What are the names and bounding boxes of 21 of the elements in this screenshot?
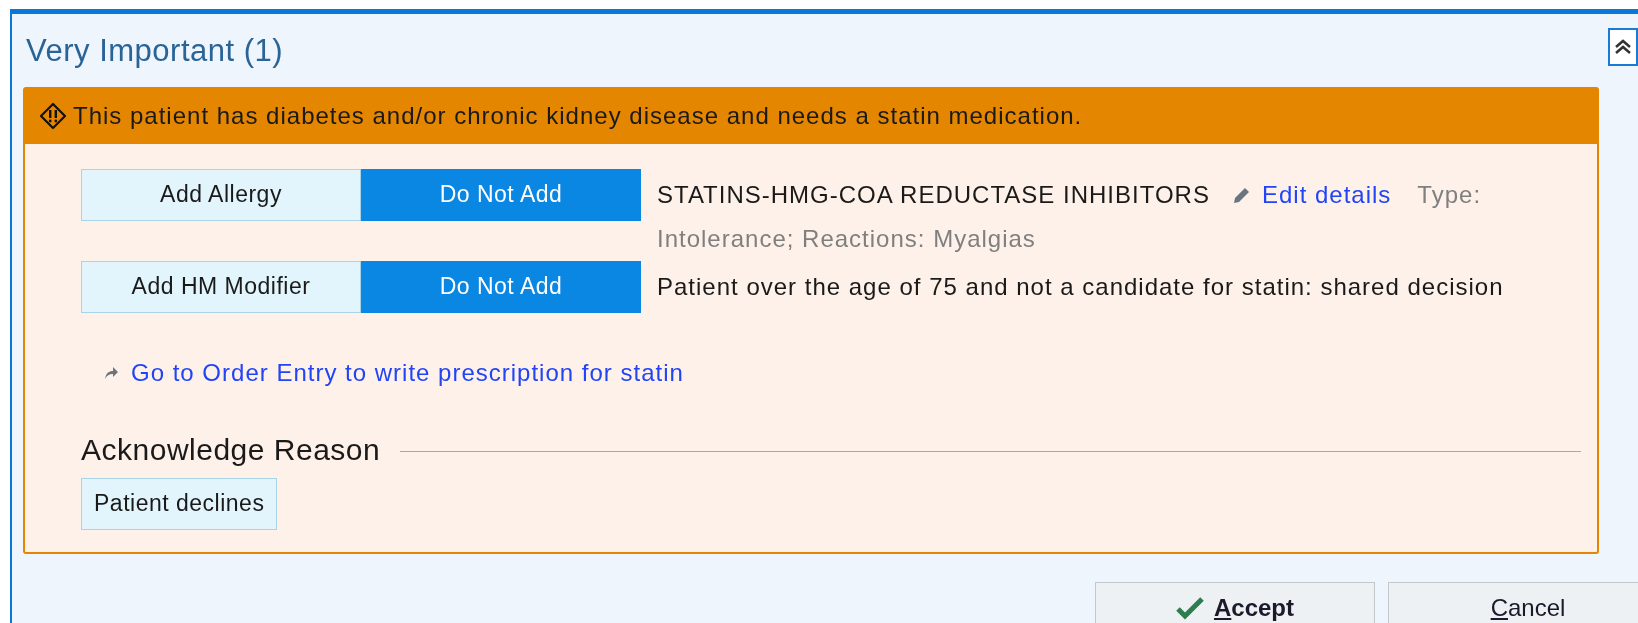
checkmark-icon: [1175, 595, 1204, 620]
option-button[interactable]: Add Allergy: [81, 168, 361, 221]
action-description: Patient over the age of 75 and not a candidate for statin: shared decision: [657, 271, 1504, 302]
chevrons-up-icon: [1613, 37, 1633, 57]
option-button[interactable]: Do Not Add: [361, 260, 641, 313]
reason-button[interactable]: Patient declines: [81, 477, 278, 530]
option-button[interactable]: Add HM Modifier: [81, 260, 361, 313]
arrow-icon: [103, 364, 119, 381]
accept-button[interactable]: Accept: [1095, 581, 1375, 623]
collapse-button[interactable]: [1608, 28, 1638, 66]
warning-icon: [39, 102, 67, 130]
edit-details-link[interactable]: Edit details: [1261, 172, 1392, 217]
action-detail: Intolerance; Reactions: Myalgias: [657, 223, 1037, 254]
acknowledge-heading: Acknowledge Reason: [81, 431, 381, 468]
cancel-button[interactable]: Cancel: [1388, 581, 1638, 623]
action-description: STATINS-HMG-COA REDUCTASE INHIBITORS: [657, 179, 1210, 210]
option-button[interactable]: Do Not Add: [361, 168, 641, 221]
section-title: Very Important (1): [26, 32, 284, 70]
order-entry-link[interactable]: Go to Order Entry to write prescription for statin: [131, 354, 684, 391]
alert-message: This patient has diabetes and/or chronic kidney disease and needs a statin medication.: [73, 101, 1083, 131]
detail-label: Type:: [1417, 179, 1482, 210]
